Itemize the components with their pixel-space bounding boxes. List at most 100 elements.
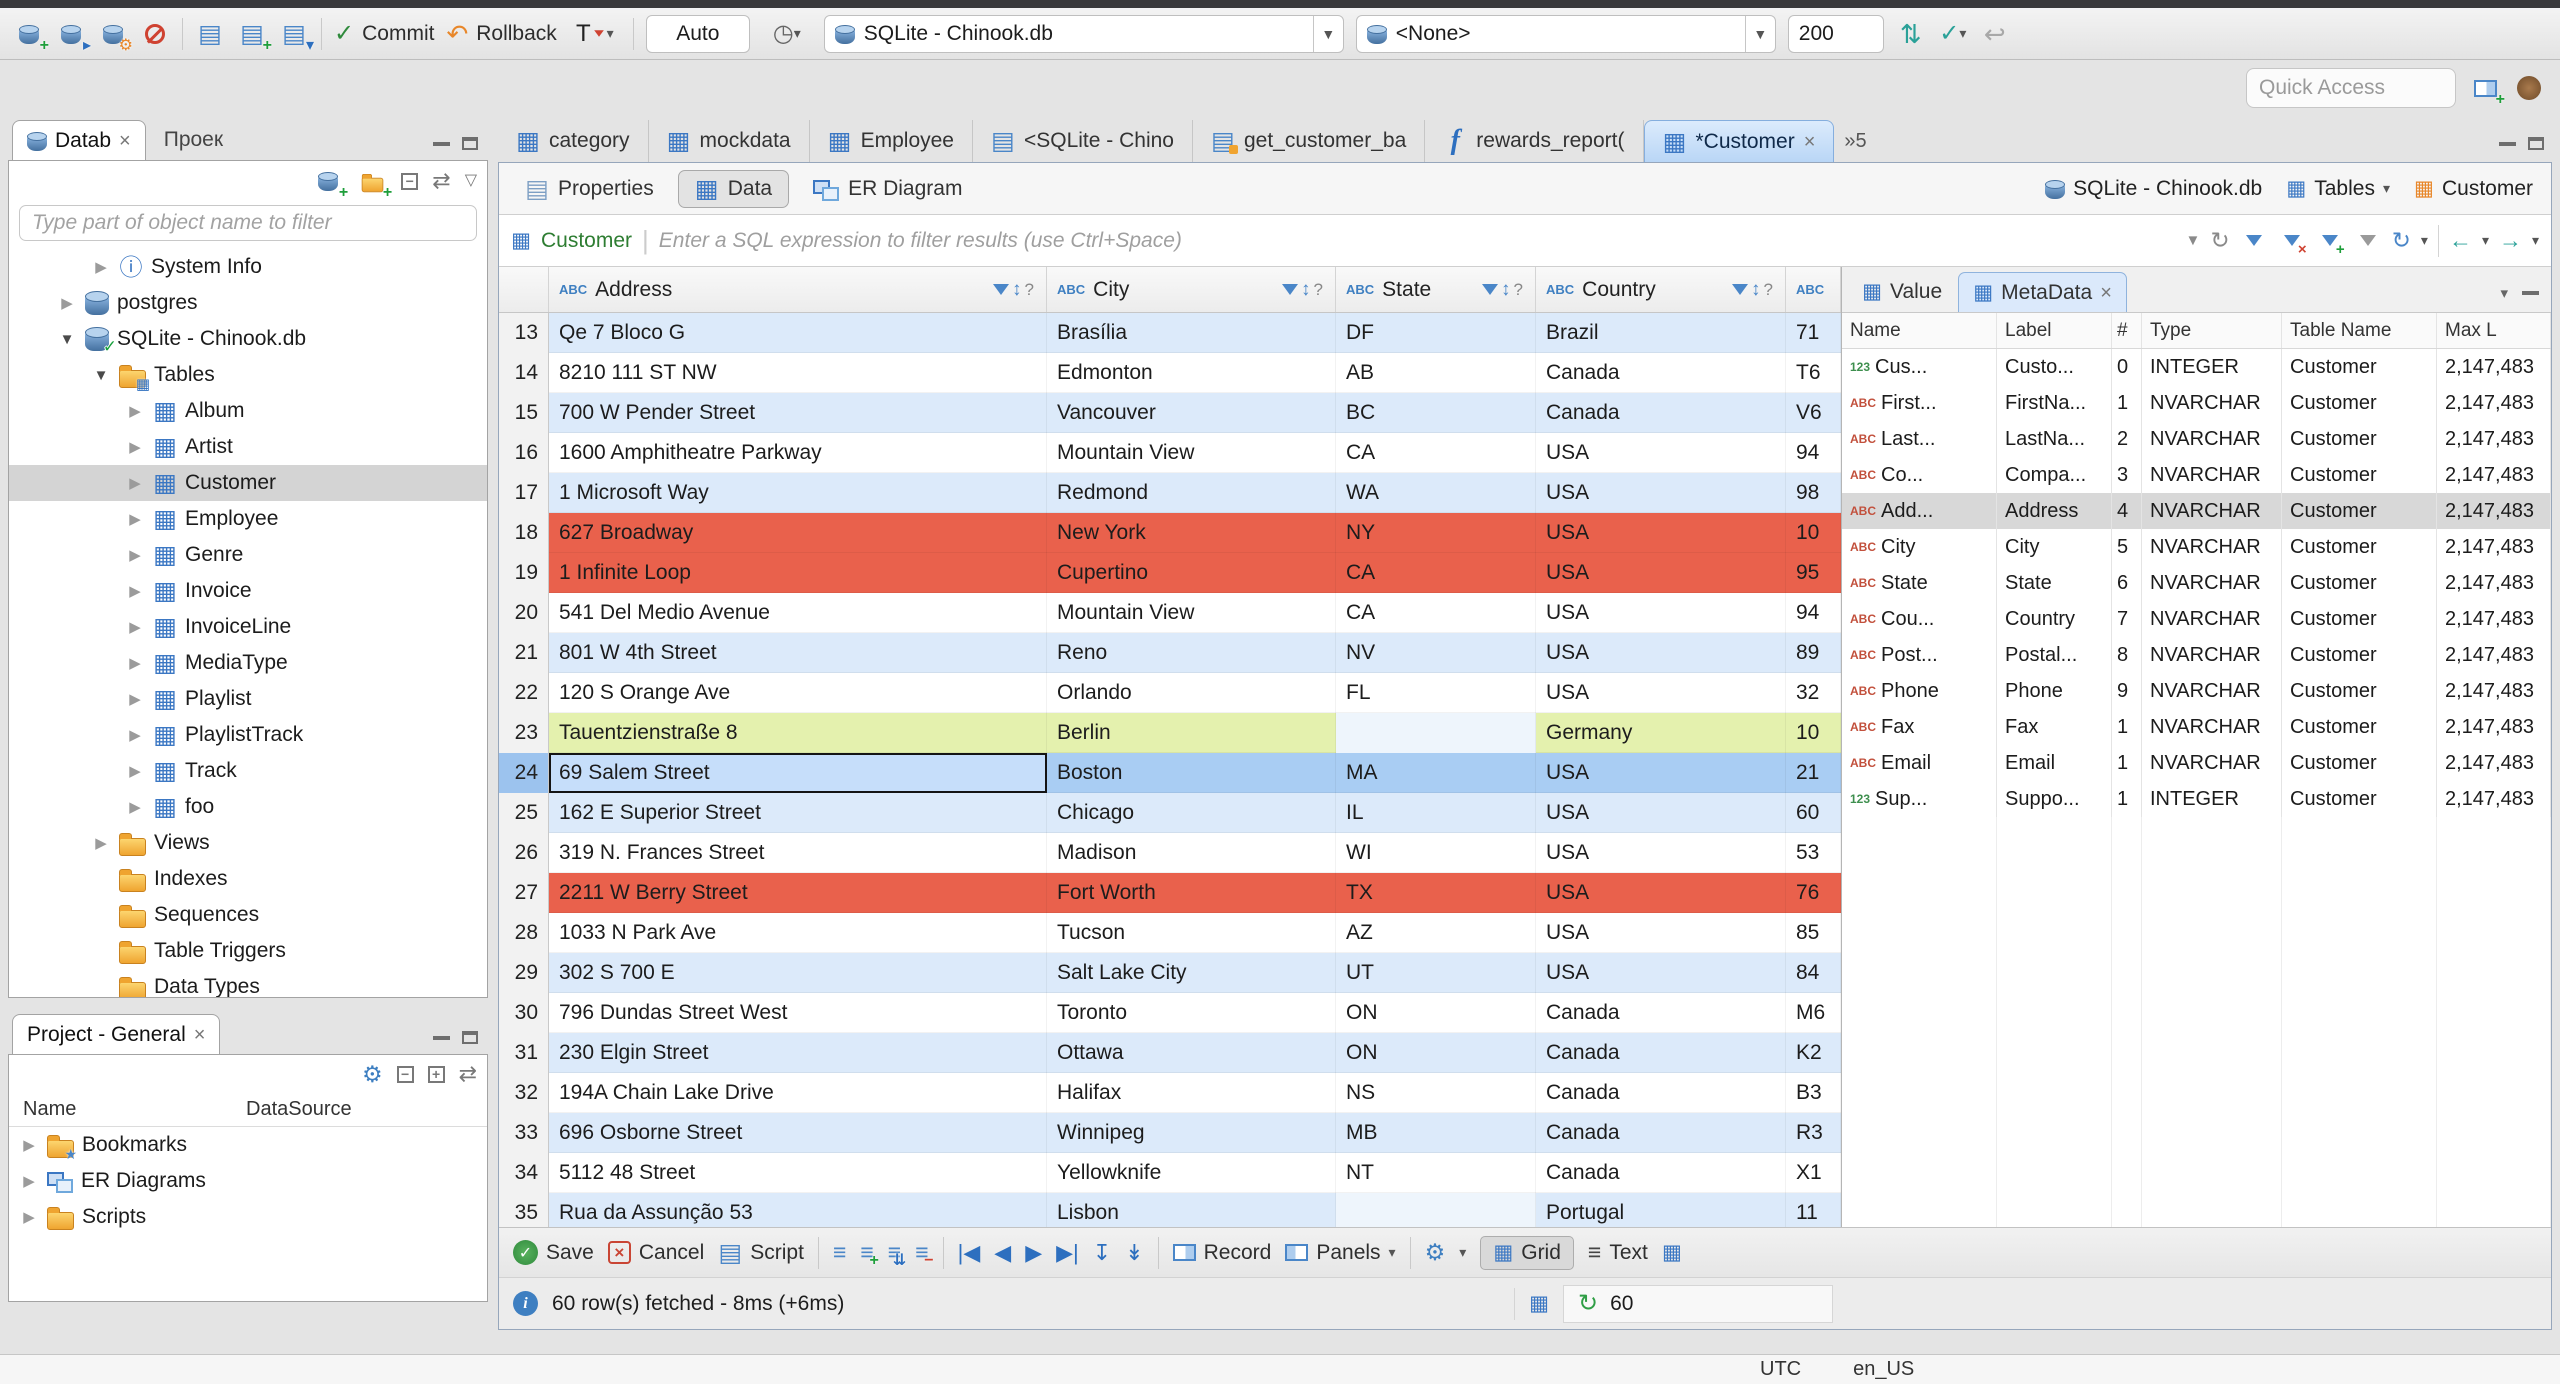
row-number-cell[interactable]: 27: [499, 873, 549, 913]
context-connection[interactable]: SQLite - Chinook.db: [2045, 177, 2262, 201]
metadata-row[interactable]: First... FirstNa... 1 NVARCHAR Customer …: [1842, 385, 2551, 421]
row-number-cell[interactable]: 26: [499, 833, 549, 873]
last-row-icon[interactable]: ▶|: [1056, 1241, 1079, 1264]
tree-item[interactable]: Tables: [9, 357, 487, 393]
tree-item[interactable]: Indexes: [9, 861, 487, 897]
minimize-view-icon[interactable]: [433, 141, 450, 146]
tree-item[interactable]: Bookmarks: [9, 1127, 487, 1163]
table-row[interactable]: 24 69 Salem Street Boston MA USA 21: [499, 753, 1841, 793]
row-number-cell[interactable]: 14: [499, 353, 549, 393]
table-row[interactable]: 18 627 Broadway New York NY USA 10: [499, 513, 1841, 553]
expand-arrow-icon[interactable]: [125, 584, 145, 599]
postalcode-cell[interactable]: 10: [1786, 513, 1841, 553]
result-settings-icon[interactable]: ⚙: [1425, 1241, 1446, 1264]
row-number-cell[interactable]: 28: [499, 913, 549, 953]
back-icon[interactable]: ↩: [1980, 19, 2010, 49]
sql-assist-icon[interactable]: ✓ ▾: [1938, 19, 1968, 49]
country-cell[interactable]: USA: [1536, 513, 1786, 553]
state-cell[interactable]: ON: [1336, 1033, 1536, 1073]
table-row[interactable]: 30 796 Dundas Street West Toronto ON Can…: [499, 993, 1841, 1033]
state-cell[interactable]: FL: [1336, 673, 1536, 713]
table-row[interactable]: 27 2211 W Berry Street Fort Worth TX USA…: [499, 873, 1841, 913]
postalcode-cell[interactable]: X1: [1786, 1153, 1841, 1193]
refresh-icon[interactable]: ↻: [1578, 1291, 1598, 1316]
state-cell[interactable]: MA: [1336, 753, 1536, 793]
country-cell[interactable]: USA: [1536, 673, 1786, 713]
row-number-cell[interactable]: 34: [499, 1153, 549, 1193]
country-cell[interactable]: USA: [1536, 593, 1786, 633]
tree-item[interactable]: postgres: [9, 285, 487, 321]
metadata-row[interactable]: City City 5 NVARCHAR Customer 2,147,483: [1842, 529, 2551, 565]
delete-row-icon[interactable]: ≡ −: [915, 1241, 933, 1269]
new-folder-icon[interactable]: +: [357, 166, 392, 201]
panel-menu-icon[interactable]: ▾: [2500, 284, 2508, 302]
country-cell[interactable]: USA: [1536, 753, 1786, 793]
tree-item[interactable]: Employee: [9, 501, 487, 537]
table-row[interactable]: 21 801 W 4th Street Reno NV USA 89: [499, 633, 1841, 673]
metadata-row[interactable]: Phone Phone 9 NVARCHAR Customer 2,147,48…: [1842, 673, 2551, 709]
table-row[interactable]: 16 1600 Amphitheatre Parkway Mountain Vi…: [499, 433, 1841, 473]
clear-filter-icon[interactable]: ×: [2278, 227, 2307, 257]
apply-filter-icon[interactable]: [2240, 227, 2268, 255]
city-cell[interactable]: Chicago: [1047, 793, 1336, 833]
state-cell[interactable]: CA: [1336, 553, 1536, 593]
tree-item[interactable]: MediaType: [9, 645, 487, 681]
city-cell[interactable]: Cupertino: [1047, 553, 1336, 593]
state-cell[interactable]: CA: [1336, 433, 1536, 473]
expand-arrow-icon[interactable]: [125, 440, 145, 455]
close-panel-icon[interactable]: ×: [2100, 283, 2112, 303]
connection-select[interactable]: SQLite - Chinook.db ▼: [823, 14, 1344, 53]
expand-arrow-icon[interactable]: [19, 1174, 39, 1189]
country-cell[interactable]: Canada: [1536, 1113, 1786, 1153]
tab-er-diagram[interactable]: ER Diagram: [797, 170, 978, 208]
table-row[interactable]: 20 541 Del Medio Avenue Mountain View CA…: [499, 593, 1841, 633]
table-row[interactable]: 15 700 W Pender Street Vancouver BC Cana…: [499, 393, 1841, 433]
address-cell[interactable]: 162 E Superior Street: [549, 793, 1047, 833]
close-tab-icon[interactable]: ×: [194, 1025, 206, 1045]
editor-tab[interactable]: get_customer_ba ×: [1193, 120, 1426, 162]
address-cell[interactable]: 319 N. Frances Street: [549, 833, 1047, 873]
country-cell[interactable]: USA: [1536, 633, 1786, 673]
city-cell[interactable]: New York: [1047, 513, 1336, 553]
address-cell[interactable]: 801 W 4th Street: [549, 633, 1047, 673]
tree-item[interactable]: System Info: [9, 249, 487, 285]
postalcode-cell[interactable]: 53: [1786, 833, 1841, 873]
row-number-cell[interactable]: 17: [499, 473, 549, 513]
expand-arrow-icon[interactable]: [125, 548, 145, 563]
tab-properties[interactable]: Properties: [509, 170, 670, 208]
country-cell[interactable]: USA: [1536, 473, 1786, 513]
text-mode-button[interactable]: ≡ Text: [1588, 1241, 1648, 1265]
country-cell[interactable]: Canada: [1536, 1073, 1786, 1113]
filter-history-arrow-icon[interactable]: ▼: [2185, 233, 2200, 248]
table-row[interactable]: 34 5112 48 Street Yellowknife NT Canada …: [499, 1153, 1841, 1193]
new-connection-icon[interactable]: +: [14, 19, 49, 53]
tree-item[interactable]: InvoiceLine: [9, 609, 487, 645]
calc-panel-icon[interactable]: [1529, 1294, 1549, 1314]
tree-item[interactable]: PlaylistTrack: [9, 717, 487, 753]
collapse-all-icon[interactable]: −: [396, 1065, 414, 1083]
country-cell[interactable]: Canada: [1536, 393, 1786, 433]
save-filter-icon[interactable]: +: [2316, 227, 2345, 257]
new-connection-icon[interactable]: +: [313, 166, 348, 201]
next-row-icon[interactable]: ▶: [1025, 1241, 1042, 1264]
open-sql-script-icon[interactable]: ▾: [279, 19, 314, 53]
postalcode-cell[interactable]: 21: [1786, 753, 1841, 793]
script-button[interactable]: Script: [718, 1241, 804, 1265]
column-header-name[interactable]: Name: [1842, 313, 1997, 348]
fetch-size-input[interactable]: [1787, 14, 1884, 53]
address-cell[interactable]: 1600 Amphitheatre Parkway: [549, 433, 1047, 473]
postalcode-cell[interactable]: 98: [1786, 473, 1841, 513]
tree-item[interactable]: Sequences: [9, 897, 487, 933]
dbeaver-perspective-icon[interactable]: [2514, 73, 2544, 103]
column-header-name[interactable]: Name: [9, 1098, 246, 1121]
country-cell[interactable]: USA: [1536, 793, 1786, 833]
address-cell[interactable]: 696 Osborne Street: [549, 1113, 1047, 1153]
row-number-cell[interactable]: 30: [499, 993, 549, 1033]
row-number-cell[interactable]: 29: [499, 953, 549, 993]
postalcode-cell[interactable]: 60: [1786, 793, 1841, 833]
postalcode-cell[interactable]: B3: [1786, 1073, 1841, 1113]
sql-filter-input[interactable]: [658, 228, 2176, 253]
tree-item[interactable]: Table Triggers: [9, 933, 487, 969]
state-cell[interactable]: NS: [1336, 1073, 1536, 1113]
sync-icon[interactable]: ⇅: [1896, 19, 1926, 49]
